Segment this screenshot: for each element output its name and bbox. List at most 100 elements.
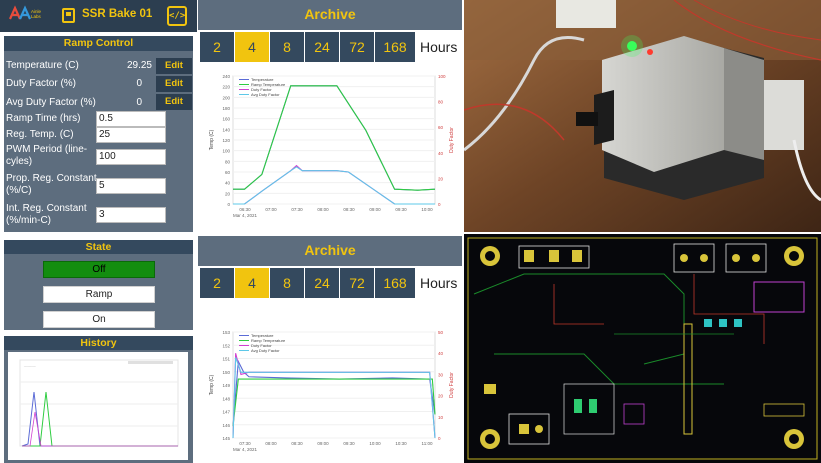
avg-duty-factor-value: 0 <box>136 97 142 108</box>
hours-168-button-top[interactable]: 168 <box>375 32 415 62</box>
x-tick-label: 09:00 <box>369 207 381 212</box>
x-date-label: Mar 4, 2021 <box>233 447 258 452</box>
x-tick-label: 10:00 <box>369 441 381 446</box>
svg-text:_______: _______ <box>23 363 36 367</box>
series-line-temperature <box>233 85 436 191</box>
y-tick-label: 100 <box>222 149 230 154</box>
y-tick-label: 120 <box>222 138 230 143</box>
y-tick-label: 220 <box>222 85 230 90</box>
y-tick-label: 147 <box>222 410 230 415</box>
x-tick-label: 07:30 <box>291 207 303 212</box>
duty-factor-edit-button[interactable]: Edit <box>156 76 192 92</box>
state-ramp-button[interactable]: Ramp <box>43 286 155 303</box>
y2-tick-label: 10 <box>438 415 444 420</box>
series-line-duty-factor <box>232 353 436 439</box>
int-reg-constant-label: Int. Reg. Constant (%/min-C) <box>6 203 87 226</box>
hours-24-button-top[interactable]: 24 <box>305 32 339 62</box>
x-tick-label: 10:00 <box>421 207 433 212</box>
code-icon[interactable]: </> <box>167 6 187 26</box>
state-title: State <box>4 240 193 254</box>
y2-tick-label: 100 <box>438 74 446 79</box>
svg-text:Labs: Labs <box>31 14 41 19</box>
state-off-button[interactable]: Off <box>43 261 155 278</box>
x-tick-label: 07:30 <box>239 441 251 446</box>
archive-panel-top: Archive 2 4 8 24 72 168 Hours 0 20 40 60 80 1… <box>198 0 462 232</box>
hours-72-button-bottom[interactable]: 72 <box>340 268 374 298</box>
series-line-ramp-temperature <box>233 85 436 191</box>
hours-label-top: Hours <box>420 39 458 55</box>
x-tick-label: 08:30 <box>291 441 303 446</box>
y-tick-label: 240 <box>222 74 230 79</box>
y-tick-label: 145 <box>222 436 230 441</box>
x-tick-label: 06:30 <box>239 207 251 212</box>
y-tick-label: 140 <box>222 127 230 132</box>
y2-axis-label: Duty Factor <box>449 372 455 398</box>
pcb-layout <box>464 234 821 463</box>
hours-72-button-top[interactable]: 72 <box>340 32 374 62</box>
device-name: SSR Bake 01 <box>82 8 153 20</box>
archive-chart-bottom: 145 146 147 148 149 150 151 152 153 0 10 20 30 40 50 07… <box>203 324 459 460</box>
pwm-period-label: PWM Period (line-cyles) <box>6 144 88 167</box>
x-tick-label: 11:00 <box>422 441 433 446</box>
state-on-button[interactable]: On <box>43 311 155 328</box>
y2-tick-label: 20 <box>438 394 444 399</box>
x-tick-label: 08:00 <box>317 207 329 212</box>
hours-4-button-bottom[interactable]: 4 <box>235 268 269 298</box>
hours-8-button-bottom[interactable]: 8 <box>270 268 304 298</box>
y-tick-label: 80 <box>225 159 231 164</box>
reg-temp-input[interactable]: 25 <box>96 127 166 143</box>
duty-factor-label: Duty Factor (%) <box>6 78 77 89</box>
device-chip-icon <box>62 8 75 23</box>
x-tick-label: 09:00 <box>317 441 329 446</box>
hours-2-button-bottom[interactable]: 2 <box>200 268 234 298</box>
ramp-time-input[interactable]: 0.5 <box>96 111 166 127</box>
archive-title-bottom: Archive <box>304 242 356 258</box>
history-thumbnail: _______ <box>8 352 188 460</box>
y-tick-label: 152 <box>222 343 230 348</box>
x-tick-label: 09:30 <box>343 441 355 446</box>
temperature-edit-button[interactable]: Edit <box>156 58 192 74</box>
y-tick-label: 200 <box>222 95 230 100</box>
state-panel: State Off Ramp On <box>4 240 193 330</box>
y-tick-label: 146 <box>222 423 230 428</box>
avg-duty-factor-edit-button[interactable]: Edit <box>156 94 192 110</box>
y2-tick-label: 40 <box>438 351 444 356</box>
history-panel: History _______ <box>4 336 193 463</box>
history-title: History <box>4 336 193 350</box>
y2-tick-label: 80 <box>438 100 444 105</box>
y2-tick-label: 0 <box>438 436 441 441</box>
x-tick-label: 08:00 <box>265 441 277 446</box>
y2-tick-label: 40 <box>438 151 444 156</box>
prop-reg-constant-input[interactable]: 5 <box>96 178 166 194</box>
hours-2-button-top[interactable]: 2 <box>200 32 234 62</box>
x-tick-label: 07:00 <box>265 207 277 212</box>
int-reg-constant-input[interactable]: 3 <box>96 207 166 223</box>
archive-title-top: Archive <box>304 6 356 22</box>
archive-chart-top: 0 20 40 60 80 100 120 140 160 180 200 220 240 0 20 40 60… <box>203 68 459 226</box>
hours-4-button-top[interactable]: 4 <box>235 32 269 62</box>
ainley-labs-logo: Ainley Labs <box>8 5 41 20</box>
y2-tick-label: 60 <box>438 125 444 130</box>
ramp-time-label: Ramp Time (hrs) <box>6 113 81 124</box>
x-tick-label: 10:30 <box>395 441 407 446</box>
hours-8-button-top[interactable]: 8 <box>270 32 304 62</box>
y2-tick-label: 20 <box>438 176 444 181</box>
y2-tick-label: 50 <box>438 330 444 335</box>
y2-tick-label: 30 <box>438 372 444 377</box>
y-tick-label: 160 <box>222 117 230 122</box>
y-tick-label: 40 <box>225 181 231 186</box>
hours-168-button-bottom[interactable]: 168 <box>375 268 415 298</box>
y-tick-label: 151 <box>222 357 230 362</box>
y-axis-label: Temp (C) <box>209 129 215 150</box>
control-column: Ainley Labs SSR Bake 01 </> Ramp Control… <box>0 0 197 463</box>
legend-label: Avg Duty Factor <box>251 348 280 353</box>
temperature-value: 29.25 <box>126 60 152 71</box>
ramp-control-panel: Ramp Control Temperature (C) 29.25 Edit … <box>4 36 193 232</box>
y-tick-label: 150 <box>222 370 230 375</box>
y-tick-label: 149 <box>222 383 230 388</box>
temperature-label: Temperature (C) <box>6 60 79 71</box>
prop-reg-constant-label: Prop. Reg. Constant (%/C) <box>6 173 97 196</box>
pwm-period-input[interactable]: 100 <box>96 149 166 165</box>
hours-24-button-bottom[interactable]: 24 <box>305 268 339 298</box>
duty-factor-value: 0 <box>136 78 142 89</box>
